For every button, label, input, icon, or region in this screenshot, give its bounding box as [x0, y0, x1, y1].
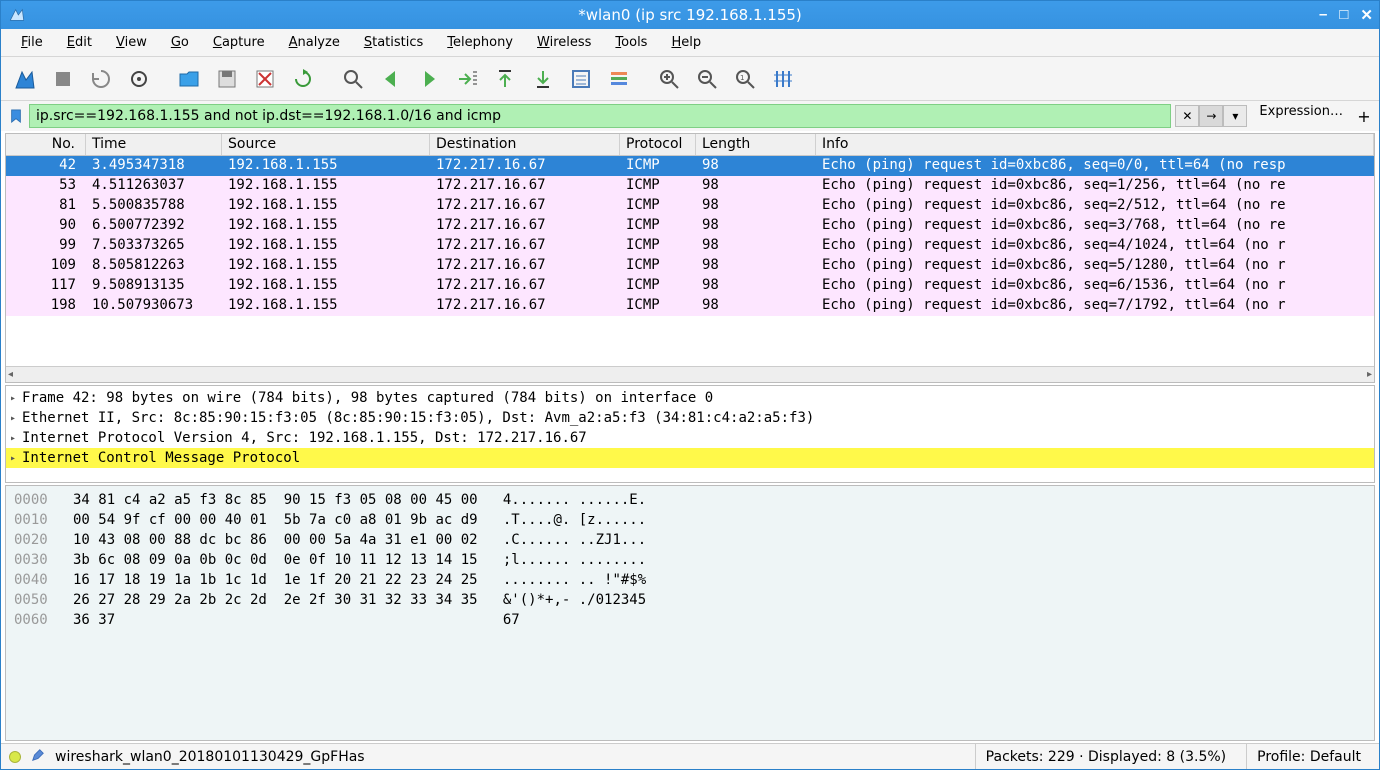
menu-tools[interactable]: Tools [605, 32, 657, 53]
hscrollbar[interactable]: ◂▸ [6, 366, 1374, 382]
jump-icon[interactable] [449, 61, 485, 97]
window-title: *wlan0 (ip src 192.168.1.155) [578, 6, 802, 24]
column-header[interactable]: Source [222, 134, 430, 155]
menu-edit[interactable]: Edit [57, 32, 102, 53]
profile-label[interactable]: Profile: Default [1246, 744, 1371, 769]
detail-row[interactable]: ▸Internet Protocol Version 4, Src: 192.1… [6, 428, 1374, 448]
minimize-button[interactable]: – [1319, 6, 1327, 24]
packet-row[interactable]: 906.500772392192.168.1.155172.217.16.67I… [6, 216, 1374, 236]
menubar: FileEditViewGoCaptureAnalyzeStatisticsTe… [1, 29, 1379, 57]
column-header[interactable]: Length [696, 134, 816, 155]
expand-icon[interactable]: ▸ [10, 393, 22, 404]
toolbar: 1 [1, 57, 1379, 101]
hex-row[interactable]: 0000 34 81 c4 a2 a5 f3 8c 85 90 15 f3 05… [14, 490, 1366, 510]
zoom-out-icon[interactable] [689, 61, 725, 97]
menu-wireless[interactable]: Wireless [527, 32, 601, 53]
hex-row[interactable]: 0040 16 17 18 19 1a 1b 1c 1d 1e 1f 20 21… [14, 570, 1366, 590]
expand-icon[interactable]: ▸ [10, 413, 22, 424]
back-icon[interactable] [373, 61, 409, 97]
menu-view[interactable]: View [106, 32, 157, 53]
reload-icon[interactable] [285, 61, 321, 97]
detail-row[interactable]: ▸Ethernet II, Src: 8c:85:90:15:f3:05 (8c… [6, 408, 1374, 428]
hex-row[interactable]: 0030 3b 6c 08 09 0a 0b 0c 0d 0e 0f 10 11… [14, 550, 1366, 570]
column-header[interactable]: Time [86, 134, 222, 155]
packet-row[interactable]: 19810.507930673192.168.1.155172.217.16.6… [6, 296, 1374, 316]
expression-button[interactable]: Expression… [1251, 104, 1351, 128]
first-icon[interactable] [487, 61, 523, 97]
app-window: *wlan0 (ip src 192.168.1.155) – □ ✕ File… [0, 0, 1380, 770]
filter-apply-button[interactable]: → [1199, 105, 1223, 127]
save-icon[interactable] [209, 61, 245, 97]
menu-telephony[interactable]: Telephony [437, 32, 523, 53]
zoom-reset-icon[interactable]: 1 [727, 61, 763, 97]
column-header[interactable]: Protocol [620, 134, 696, 155]
forward-icon[interactable] [411, 61, 447, 97]
expert-info-led-icon[interactable] [9, 751, 21, 763]
hex-row[interactable]: 0010 00 54 9f cf 00 00 40 01 5b 7a c0 a8… [14, 510, 1366, 530]
packet-row[interactable]: 534.511263037192.168.1.155172.217.16.67I… [6, 176, 1374, 196]
fin-icon[interactable] [7, 61, 43, 97]
colorize-icon[interactable] [601, 61, 637, 97]
column-header[interactable]: No. [6, 134, 86, 155]
expand-icon[interactable]: ▸ [10, 433, 22, 444]
column-header[interactable]: Info [816, 134, 1374, 155]
maximize-button[interactable]: □ [1339, 6, 1348, 24]
restart-icon[interactable] [83, 61, 119, 97]
packet-row[interactable]: 997.503373265192.168.1.155172.217.16.67I… [6, 236, 1374, 256]
options-icon[interactable] [121, 61, 157, 97]
resize-cols-icon[interactable] [765, 61, 801, 97]
hex-row[interactable]: 0020 10 43 08 00 88 dc bc 86 00 00 5a 4a… [14, 530, 1366, 550]
titlebar: *wlan0 (ip src 192.168.1.155) – □ ✕ [1, 1, 1379, 29]
stop-icon[interactable] [45, 61, 81, 97]
detail-row[interactable]: ▸Frame 42: 98 bytes on wire (784 bits), … [6, 388, 1374, 408]
menu-capture[interactable]: Capture [203, 32, 275, 53]
menu-analyze[interactable]: Analyze [279, 32, 350, 53]
open-icon[interactable] [171, 61, 207, 97]
hex-row[interactable]: 0060 36 37 67 [14, 610, 1366, 630]
packet-details-pane[interactable]: ▸Frame 42: 98 bytes on wire (784 bits), … [5, 385, 1375, 483]
menu-file[interactable]: File [11, 32, 53, 53]
svg-text:1: 1 [740, 74, 744, 82]
packet-row[interactable]: 815.500835788192.168.1.155172.217.16.67I… [6, 196, 1374, 216]
menu-help[interactable]: Help [661, 32, 711, 53]
packet-list-header: No.TimeSourceDestinationProtocolLengthIn… [6, 134, 1374, 156]
packet-row[interactable]: 1098.505812263192.168.1.155172.217.16.67… [6, 256, 1374, 276]
app-icon [9, 7, 25, 23]
close-button[interactable]: ✕ [1360, 6, 1373, 24]
packet-bytes-pane[interactable]: 0000 34 81 c4 a2 a5 f3 8c 85 90 15 f3 05… [5, 485, 1375, 741]
statusbar: wireshark_wlan0_20180101130429_GpFHas Pa… [1, 743, 1379, 769]
detail-row[interactable]: ▸Internet Control Message Protocol [6, 448, 1374, 468]
packet-list-pane: No.TimeSourceDestinationProtocolLengthIn… [5, 133, 1375, 383]
capture-file-label: wireshark_wlan0_20180101130429_GpFHas [55, 749, 365, 765]
last-icon[interactable] [525, 61, 561, 97]
packet-count-label: Packets: 229 · Displayed: 8 (3.5%) [975, 744, 1236, 769]
find-icon[interactable] [335, 61, 371, 97]
edit-capture-icon[interactable] [31, 748, 45, 766]
zoom-in-icon[interactable] [651, 61, 687, 97]
filter-dropdown-button[interactable]: ▾ [1223, 105, 1247, 127]
packet-row[interactable]: 1179.508913135192.168.1.155172.217.16.67… [6, 276, 1374, 296]
autoscroll-icon[interactable] [563, 61, 599, 97]
display-filter-input[interactable] [29, 104, 1171, 128]
close-icon[interactable] [247, 61, 283, 97]
filter-clear-button[interactable]: ✕ [1175, 105, 1199, 127]
menu-go[interactable]: Go [161, 32, 199, 53]
packet-list-body[interactable]: 423.495347318192.168.1.155172.217.16.67I… [6, 156, 1374, 366]
add-filter-button[interactable]: + [1355, 107, 1373, 126]
menu-statistics[interactable]: Statistics [354, 32, 433, 53]
expand-icon[interactable]: ▸ [10, 453, 22, 464]
filter-bar: ✕ → ▾ Expression… + [1, 101, 1379, 131]
hex-row[interactable]: 0050 26 27 28 29 2a 2b 2c 2d 2e 2f 30 31… [14, 590, 1366, 610]
column-header[interactable]: Destination [430, 134, 620, 155]
bookmark-icon[interactable] [7, 107, 25, 125]
packet-row[interactable]: 423.495347318192.168.1.155172.217.16.67I… [6, 156, 1374, 176]
